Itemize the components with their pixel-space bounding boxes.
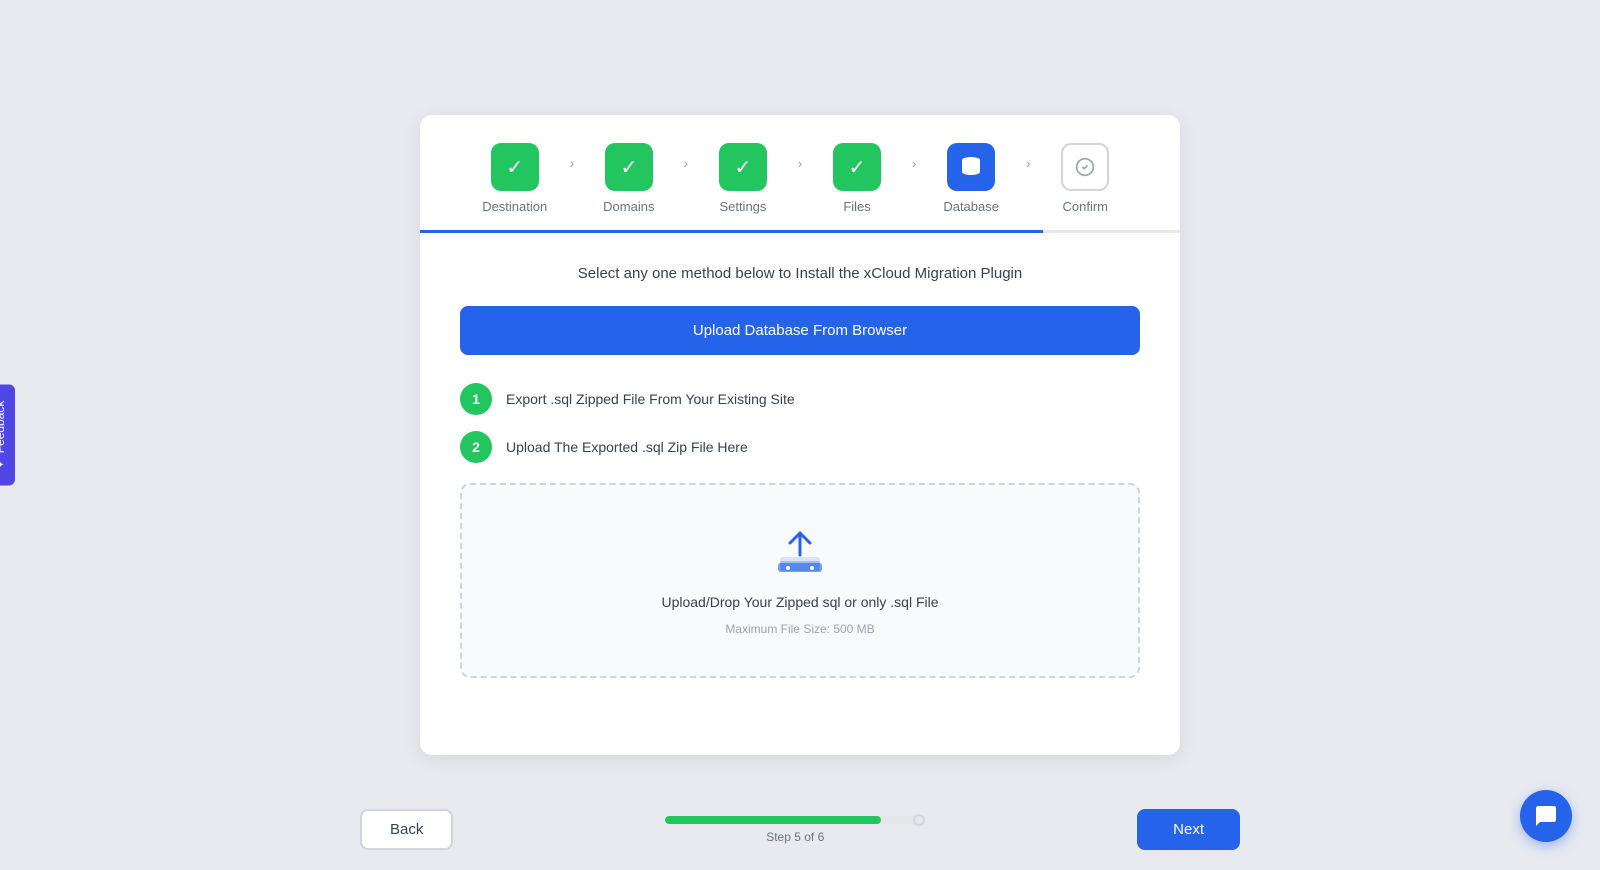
step-domains-circle: ✓ <box>605 143 653 191</box>
instruction-text: Select any one method below to Install t… <box>460 265 1140 282</box>
step-database: Database <box>916 143 1025 214</box>
main-card: ✓ Destination › ✓ Domains › ✓ Settings ›… <box>420 115 1180 755</box>
drop-zone-subtext: Maximum File Size: 500 MB <box>725 622 874 636</box>
progress-label: Step 5 of 6 <box>766 830 824 844</box>
method-step-2: 2 Upload The Exported .sql Zip File Here <box>460 431 1140 463</box>
step-files-circle: ✓ <box>833 143 881 191</box>
progress-track <box>665 816 925 824</box>
method-step-1-text: Export .sql Zipped File From Your Existi… <box>506 391 795 407</box>
drop-zone[interactable]: Upload/Drop Your Zipped sql or only .sql… <box>460 483 1140 678</box>
feedback-tab[interactable]: ✦ Feedback <box>0 385 15 486</box>
step-files-label: Files <box>843 199 870 214</box>
step-settings-label: Settings <box>719 199 766 214</box>
chat-icon <box>1534 804 1558 828</box>
step-destination-label: Destination <box>482 199 547 214</box>
step-files: ✓ Files <box>802 143 911 214</box>
step-destination-circle: ✓ <box>491 143 539 191</box>
confirm-circle-icon <box>1075 157 1095 177</box>
progress-end-dot <box>913 814 925 826</box>
step-settings-check: ✓ <box>735 155 752 180</box>
step-confirm-circle <box>1061 143 1109 191</box>
step-badge-2: 2 <box>460 431 492 463</box>
step-files-check: ✓ <box>849 155 866 180</box>
chat-button[interactable] <box>1520 790 1572 842</box>
step-database-circle <box>947 143 995 191</box>
method-steps: 1 Export .sql Zipped File From Your Exis… <box>460 383 1140 463</box>
upload-icon <box>774 525 826 582</box>
step-database-label: Database <box>943 199 999 214</box>
step-domains: ✓ Domains <box>574 143 683 214</box>
step-destination: ✓ Destination <box>460 143 569 214</box>
progress-fill <box>665 816 881 824</box>
feedback-star-icon: ✦ <box>0 459 7 469</box>
card-content: Select any one method below to Install t… <box>420 233 1180 710</box>
stepper: ✓ Destination › ✓ Domains › ✓ Settings ›… <box>420 115 1180 214</box>
bottom-bar: Back Step 5 of 6 Next <box>0 789 1600 870</box>
database-icon <box>959 155 983 179</box>
method-step-1: 1 Export .sql Zipped File From Your Exis… <box>460 383 1140 415</box>
back-button[interactable]: Back <box>360 809 453 850</box>
drop-zone-text: Upload/Drop Your Zipped sql or only .sql… <box>661 594 938 610</box>
progress-section: Step 5 of 6 <box>665 816 925 844</box>
step-confirm: Confirm <box>1031 143 1140 214</box>
upload-browser-button[interactable]: Upload Database From Browser <box>460 306 1140 355</box>
step-destination-check: ✓ <box>506 155 523 180</box>
step-confirm-label: Confirm <box>1063 199 1109 214</box>
method-step-2-text: Upload The Exported .sql Zip File Here <box>506 439 748 455</box>
step-domains-check: ✓ <box>620 155 637 180</box>
feedback-label: Feedback <box>0 401 7 454</box>
step-domains-label: Domains <box>603 199 654 214</box>
step-settings: ✓ Settings <box>688 143 797 214</box>
step-settings-circle: ✓ <box>719 143 767 191</box>
step-badge-1: 1 <box>460 383 492 415</box>
next-button[interactable]: Next <box>1137 809 1240 850</box>
